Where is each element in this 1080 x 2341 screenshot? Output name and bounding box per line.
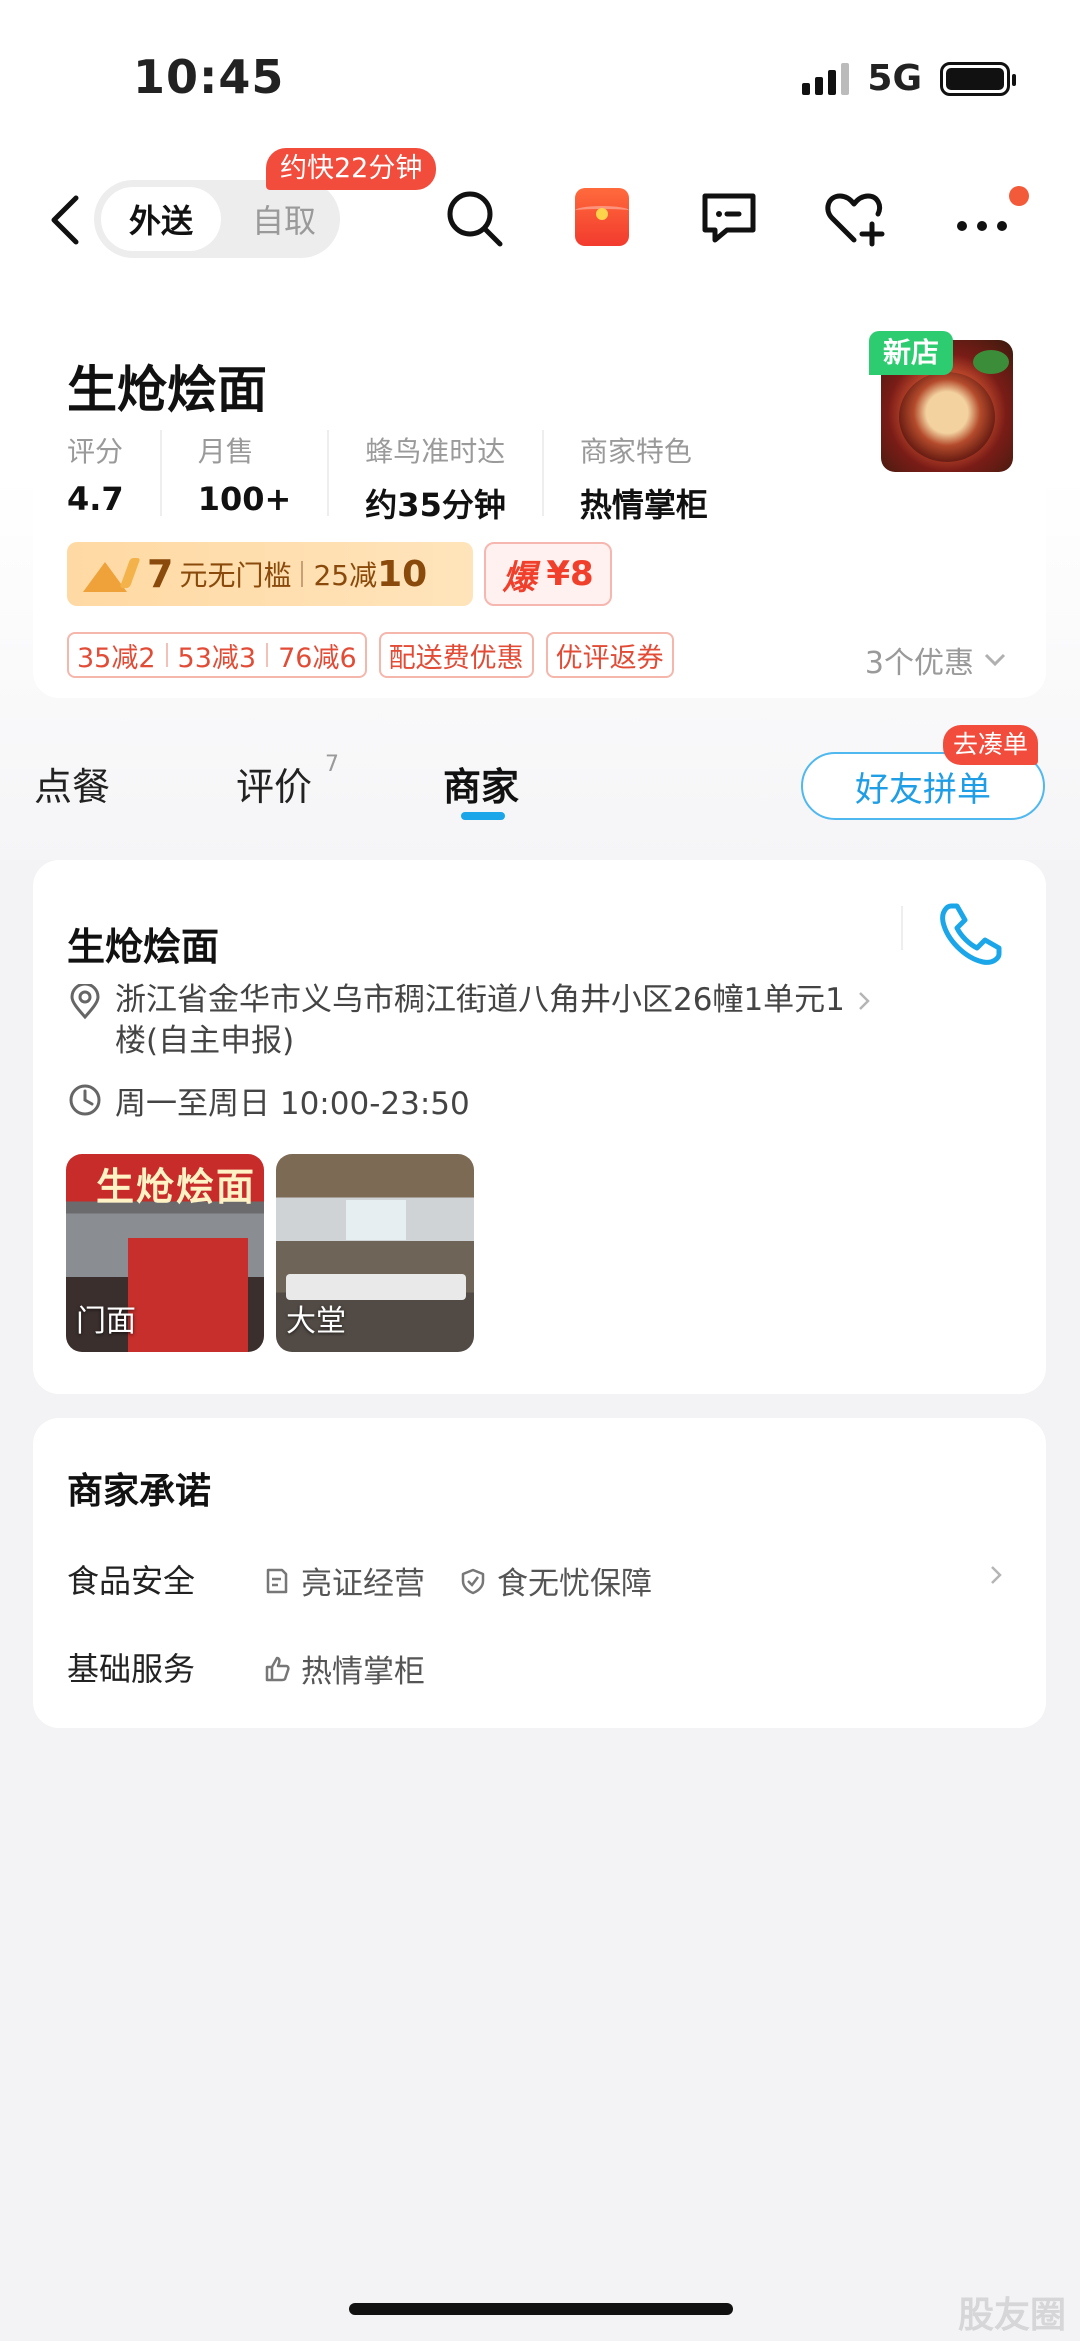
basic-service-label: 基础服务 [67, 1650, 196, 1688]
promo-amount: 7 [147, 552, 174, 596]
full-reduction-coupon[interactable]: 35减2 53减3 76减6 [67, 632, 367, 678]
stat-monthly-sales: 月售 100+ [197, 430, 330, 518]
location-icon [70, 984, 100, 1020]
phone-icon[interactable] [933, 896, 1009, 972]
clock-icon [69, 1084, 101, 1116]
chevron-right-icon[interactable] [985, 1564, 1007, 1586]
promo-divider [301, 561, 304, 587]
group-order-tag: 去凑单 [943, 725, 1039, 765]
red-packet-icon[interactable] [575, 188, 629, 246]
notification-dot [1009, 186, 1029, 206]
tab-merchant[interactable]: 商家 [443, 756, 519, 811]
coupon-list: 35减2 53减3 76减6 配送费优惠 优评返券 [67, 632, 674, 678]
pickup-tab[interactable]: 自取 [234, 187, 334, 251]
shield-check-icon [461, 1568, 485, 1594]
tab-reviews[interactable]: 评价 [236, 756, 312, 811]
business-hours: 周一至周日 10:00-23:50 [115, 1086, 470, 1122]
chevron-down-icon [984, 653, 1006, 667]
merchant-info-card: 生炝烩面 浙江省金华市义乌市稠江街道八角井小区26幢1单元1楼(自主申报) 周一… [33, 860, 1046, 1394]
chevron-right-icon [859, 992, 870, 1010]
search-icon[interactable] [442, 186, 506, 250]
review-coupon[interactable]: 优评返券 [545, 632, 674, 678]
store-stats: 评分 4.7 月售 100+ 蜂鸟准时达 约35分钟 商家特色 热情掌柜 [67, 430, 780, 524]
promise-item: 食无忧保障 [459, 1558, 652, 1603]
stat-label: 月售 [197, 435, 254, 468]
active-tab-indicator [461, 812, 505, 820]
bomb-coupon[interactable]: 爆 ¥8 [484, 542, 612, 606]
stat-delivery-time[interactable]: 蜂鸟准时达 约35分钟 [365, 430, 544, 524]
hall-photo[interactable]: 大堂 [276, 1154, 474, 1352]
more-offers-label: 3个优惠 [864, 646, 974, 681]
battery-icon [940, 61, 1016, 96]
stat-rating[interactable]: 评分 4.7 [67, 430, 162, 518]
merchant-name: 生炝烩面 [67, 925, 220, 969]
promise-item: 亮证经营 [263, 1558, 425, 1603]
promise-text: 食无忧保障 [497, 1566, 652, 1602]
coupon-text: 35减2 [77, 642, 156, 674]
storefront-photo[interactable]: 生炝烩面 门面 [66, 1154, 264, 1352]
faster-badge: 约快22分钟 [266, 148, 437, 190]
reviews-count: 7 [325, 752, 339, 777]
store-page: 10:45 5G 外送 自取 约快22分钟 生炝烩面 评分 4.7 月售 100… [0, 0, 1080, 2341]
coupon-text: 76减6 [278, 642, 357, 674]
food-safety-label: 食品安全 [67, 1562, 196, 1600]
promo-deal-amount: 10 [377, 553, 428, 595]
stat-label: 评分 [67, 435, 124, 468]
message-icon[interactable] [697, 186, 761, 250]
photo-label: 门面 [76, 1304, 136, 1339]
coupon-text: 53减3 [177, 642, 257, 674]
more-offers-button[interactable]: 3个优惠 [865, 638, 1006, 682]
promo-deal-prefix: 25减 [313, 559, 378, 592]
promise-title: 商家承诺 [67, 1471, 212, 1512]
divider [901, 906, 903, 950]
new-store-tag: 新店 [869, 331, 953, 375]
network-type: 5G [867, 58, 922, 99]
license-icon [266, 1568, 288, 1593]
status-time: 10:45 [133, 50, 285, 104]
store-name: 生炝烩面 [67, 361, 267, 419]
thumbs-up-icon [265, 1656, 290, 1681]
storefront-sign: 生炝烩面 [96, 1164, 257, 1209]
bomb-word: 爆 [502, 557, 537, 598]
promise-text: 亮证经营 [301, 1566, 425, 1602]
photo-label: 大堂 [286, 1304, 346, 1339]
stat-value: 4.7 [67, 480, 124, 518]
back-icon[interactable] [46, 190, 86, 250]
delivery-mode-toggle: 外送 自取 [94, 180, 340, 258]
stat-feature[interactable]: 商家特色 热情掌柜 [579, 430, 744, 524]
stat-value: 100+ [197, 480, 292, 518]
signal-icon [802, 62, 850, 95]
stat-value: 热情掌柜 [579, 486, 708, 524]
bomb-amount: ¥8 [546, 554, 594, 594]
status-icons: 5G [802, 58, 1016, 99]
favorite-add-icon[interactable] [822, 186, 886, 250]
merchant-promise-card: 商家承诺 食品安全 亮证经营 食无忧保障 基础服务 热情掌柜 [33, 1418, 1046, 1728]
more-icon[interactable] [952, 186, 1016, 250]
merchant-address[interactable]: 浙江省金华市义乌市稠江街道八角井小区26幢1单元1楼(自主申报) [115, 980, 875, 1062]
stat-value: 约35分钟 [365, 486, 506, 524]
member-promo[interactable]: 7 元无门槛 25减 10 [67, 542, 473, 606]
promo-text: 元无门槛 [179, 559, 292, 592]
watermark: 股友圈 [957, 2295, 1066, 2336]
stat-label: 蜂鸟准时达 [365, 435, 506, 468]
delivery-fee-coupon[interactable]: 配送费优惠 [378, 632, 534, 678]
home-indicator[interactable] [349, 2303, 733, 2315]
crown-icon [81, 554, 141, 594]
stat-label: 商家特色 [579, 435, 692, 468]
delivery-tab[interactable]: 外送 [101, 187, 221, 251]
store-card: 生炝烩面 评分 4.7 月售 100+ 蜂鸟准时达 约35分钟 商家特色 热情掌… [33, 310, 1046, 698]
promise-text: 热情掌柜 [301, 1654, 425, 1690]
promise-item: 热情掌柜 [263, 1646, 425, 1691]
tab-order[interactable]: 点餐 [34, 756, 110, 811]
